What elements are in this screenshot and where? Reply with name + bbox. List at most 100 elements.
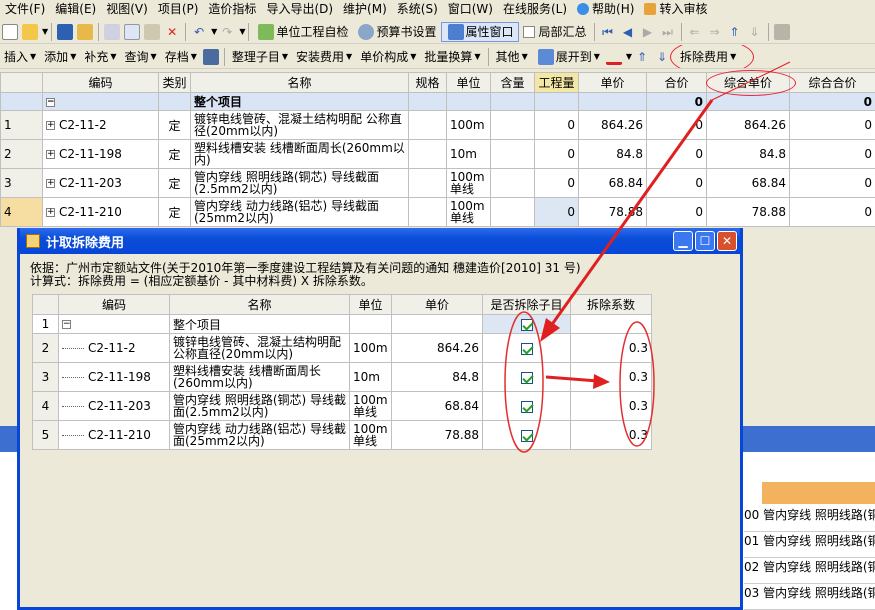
undo-icon[interactable]: ↶ [191,24,207,40]
cell-coef[interactable]: 0.3 [570,362,652,392]
open-folder-icon[interactable] [22,23,38,40]
menu-online[interactable]: 在线服务(L) [498,0,572,18]
table-row[interactable]: 2 C2-11-2 镀锌电线管砖、混凝土结构明配公称直径(20mm以内) 100… [32,333,652,363]
last-page-icon[interactable]: ⏭ [660,24,676,40]
table-row[interactable]: 5 C2-11-210 管内穿线 动力线路(铝芯) 导线截面(25mm2以内) … [32,420,652,450]
archive-button[interactable]: 存档 ▼ [161,47,201,67]
cell-unit[interactable]: 100m单线 [446,168,491,198]
supplement-button[interactable]: 补充 ▼ [80,47,120,67]
move-up-icon[interactable]: ⇑ [634,49,650,65]
cell-check[interactable] [482,391,571,421]
cell-price[interactable]: 68.84 [578,168,647,198]
total-row[interactable]: 1 − 整个项目 [32,314,652,334]
cell-content[interactable] [490,139,535,169]
cell-check[interactable] [482,314,571,334]
header-content[interactable]: 含量 [490,72,535,93]
insert-button[interactable]: 插入 ▼ [0,47,40,67]
checkbox[interactable] [522,25,535,38]
move-down-icon[interactable]: ⇓ [747,24,763,40]
header-total[interactable]: 合价 [646,72,707,93]
checkbox-checked-icon[interactable] [520,342,533,355]
demolition-fee-button[interactable]: 拆除费用 ▼ [670,45,755,68]
expand-icon[interactable]: + [46,150,55,159]
list-item[interactable]: 01 管内穿线 照明线路(铜 [744,532,875,558]
table-row[interactable]: 2 + C2-11-198 定 塑料线槽安装 线槽断面周长(260mm以内) 10… [0,139,875,169]
cell-code[interactable]: + C2-11-2 [42,110,159,140]
header-quantity[interactable]: 工程量 [534,72,579,93]
checkbox-checked-icon[interactable] [520,318,533,331]
cell-spec[interactable] [408,168,447,198]
paste-icon[interactable] [144,23,161,40]
header-unit[interactable]: 单位 [446,72,491,93]
cell-name[interactable]: 管内穿线 照明线路(铜芯) 导线截面(2.5mm2以内) [190,168,409,198]
arrow-left-icon[interactable]: ⇐ [687,24,703,40]
fill-color-icon[interactable] [605,49,622,65]
cell-type[interactable]: 定 [158,168,191,198]
header-is-demolition[interactable]: 是否拆除子目 [482,294,571,315]
query-button[interactable]: 查询 ▼ [121,47,161,67]
save-icon[interactable] [57,23,74,40]
property-window-button[interactable]: 属性窗口 [440,21,519,42]
cell-coef[interactable]: 0.3 [570,391,652,421]
list-item[interactable]: 03 管内穿线 照明线路(铜 [744,584,875,610]
cell-spec[interactable] [408,139,447,169]
header-unit-price[interactable]: 单价 [578,72,647,93]
menu-import-export[interactable]: 导入导出(D) [261,0,338,18]
cell-qty[interactable]: 0 [534,168,579,198]
header-name[interactable]: 名称 [169,294,350,315]
minimize-button[interactable]: ▁ [673,231,693,251]
move-up-icon[interactable]: ⇑ [727,24,743,40]
menu-view[interactable]: 视图(V) [101,0,153,18]
header-unit-price[interactable]: 单价 [391,294,483,315]
cell-type[interactable]: 定 [158,197,191,227]
move-down-icon[interactable]: ⇓ [654,49,670,65]
cell-code[interactable]: + C2-11-198 [42,139,159,169]
organize-items-button[interactable]: 整理子目 ▼ [228,47,292,67]
cell-price[interactable]: 84.8 [578,139,647,169]
menu-file[interactable]: 文件(F) [0,0,50,18]
expand-icon[interactable]: + [46,208,55,217]
cell-type[interactable]: 定 [158,139,191,169]
header-name[interactable]: 名称 [190,72,409,93]
binoculars-icon[interactable] [202,48,219,65]
cell-qty[interactable]: 0 [534,197,579,227]
header-code[interactable]: 编码 [58,294,170,315]
expand-to-button[interactable]: 展开到 ▼ [532,47,604,67]
first-page-icon[interactable]: ⏮ [600,24,616,40]
redo-icon[interactable]: ↷ [219,24,235,40]
list-item[interactable]: 00 管内穿线 照明线路(铜 [744,506,875,532]
table-row[interactable]: 4 + C2-11-210 定 管内穿线 动力线路(铝芯) 导线截面(25mm2以… [0,197,875,227]
header-type[interactable]: 类别 [158,72,191,93]
batch-convert-button[interactable]: 批量换算 ▼ [420,47,484,67]
cell-check[interactable] [482,362,571,392]
delete-icon[interactable]: ✕ [164,24,180,40]
add-button[interactable]: 添加 ▼ [40,47,80,67]
cell-qty[interactable]: 0 [534,110,579,140]
cell-coef[interactable]: 0.3 [570,333,652,363]
header-unit[interactable]: 单位 [349,294,392,315]
folder-icon[interactable] [77,23,94,40]
chevron-down-icon[interactable]: ▼ [42,27,48,36]
local-summary-checkbox[interactable]: 局部汇总 [519,22,591,42]
table-row[interactable]: 3 + C2-11-203 定 管内穿线 照明线路(铜芯) 导线截面(2.5mm2… [0,168,875,198]
cell-name[interactable]: 管内穿线 动力线路(铝芯) 导线截面(25mm2以内) [190,197,409,227]
close-button[interactable]: ✕ [717,231,737,251]
header-code[interactable]: 编码 [42,72,159,93]
prev-page-icon[interactable]: ◀ [620,24,636,40]
cell-unit[interactable]: 10m [446,139,491,169]
cell-content[interactable] [490,168,535,198]
header-demolition-coef[interactable]: 拆除系数 [570,294,652,315]
checkbox-checked-icon[interactable] [520,371,533,384]
table-row[interactable]: 3 C2-11-198 塑料线槽安装 线槽断面周长(260mm以内) 10m 8… [32,362,652,392]
menu-help[interactable]: 帮助(H) [572,0,639,18]
new-file-icon[interactable] [2,23,18,40]
cell-price[interactable]: 864.26 [578,110,647,140]
cell-coef[interactable]: 0.3 [570,420,652,450]
arrow-right-icon[interactable]: ⇒ [707,24,723,40]
menu-to-audit[interactable]: 转入审核 [639,0,712,18]
cell-unit[interactable]: 100m [446,110,491,140]
checkbox-checked-icon[interactable] [520,400,533,413]
expand-icon[interactable]: + [46,121,55,130]
cell-spec[interactable] [408,197,447,227]
cell-check[interactable] [482,333,571,363]
